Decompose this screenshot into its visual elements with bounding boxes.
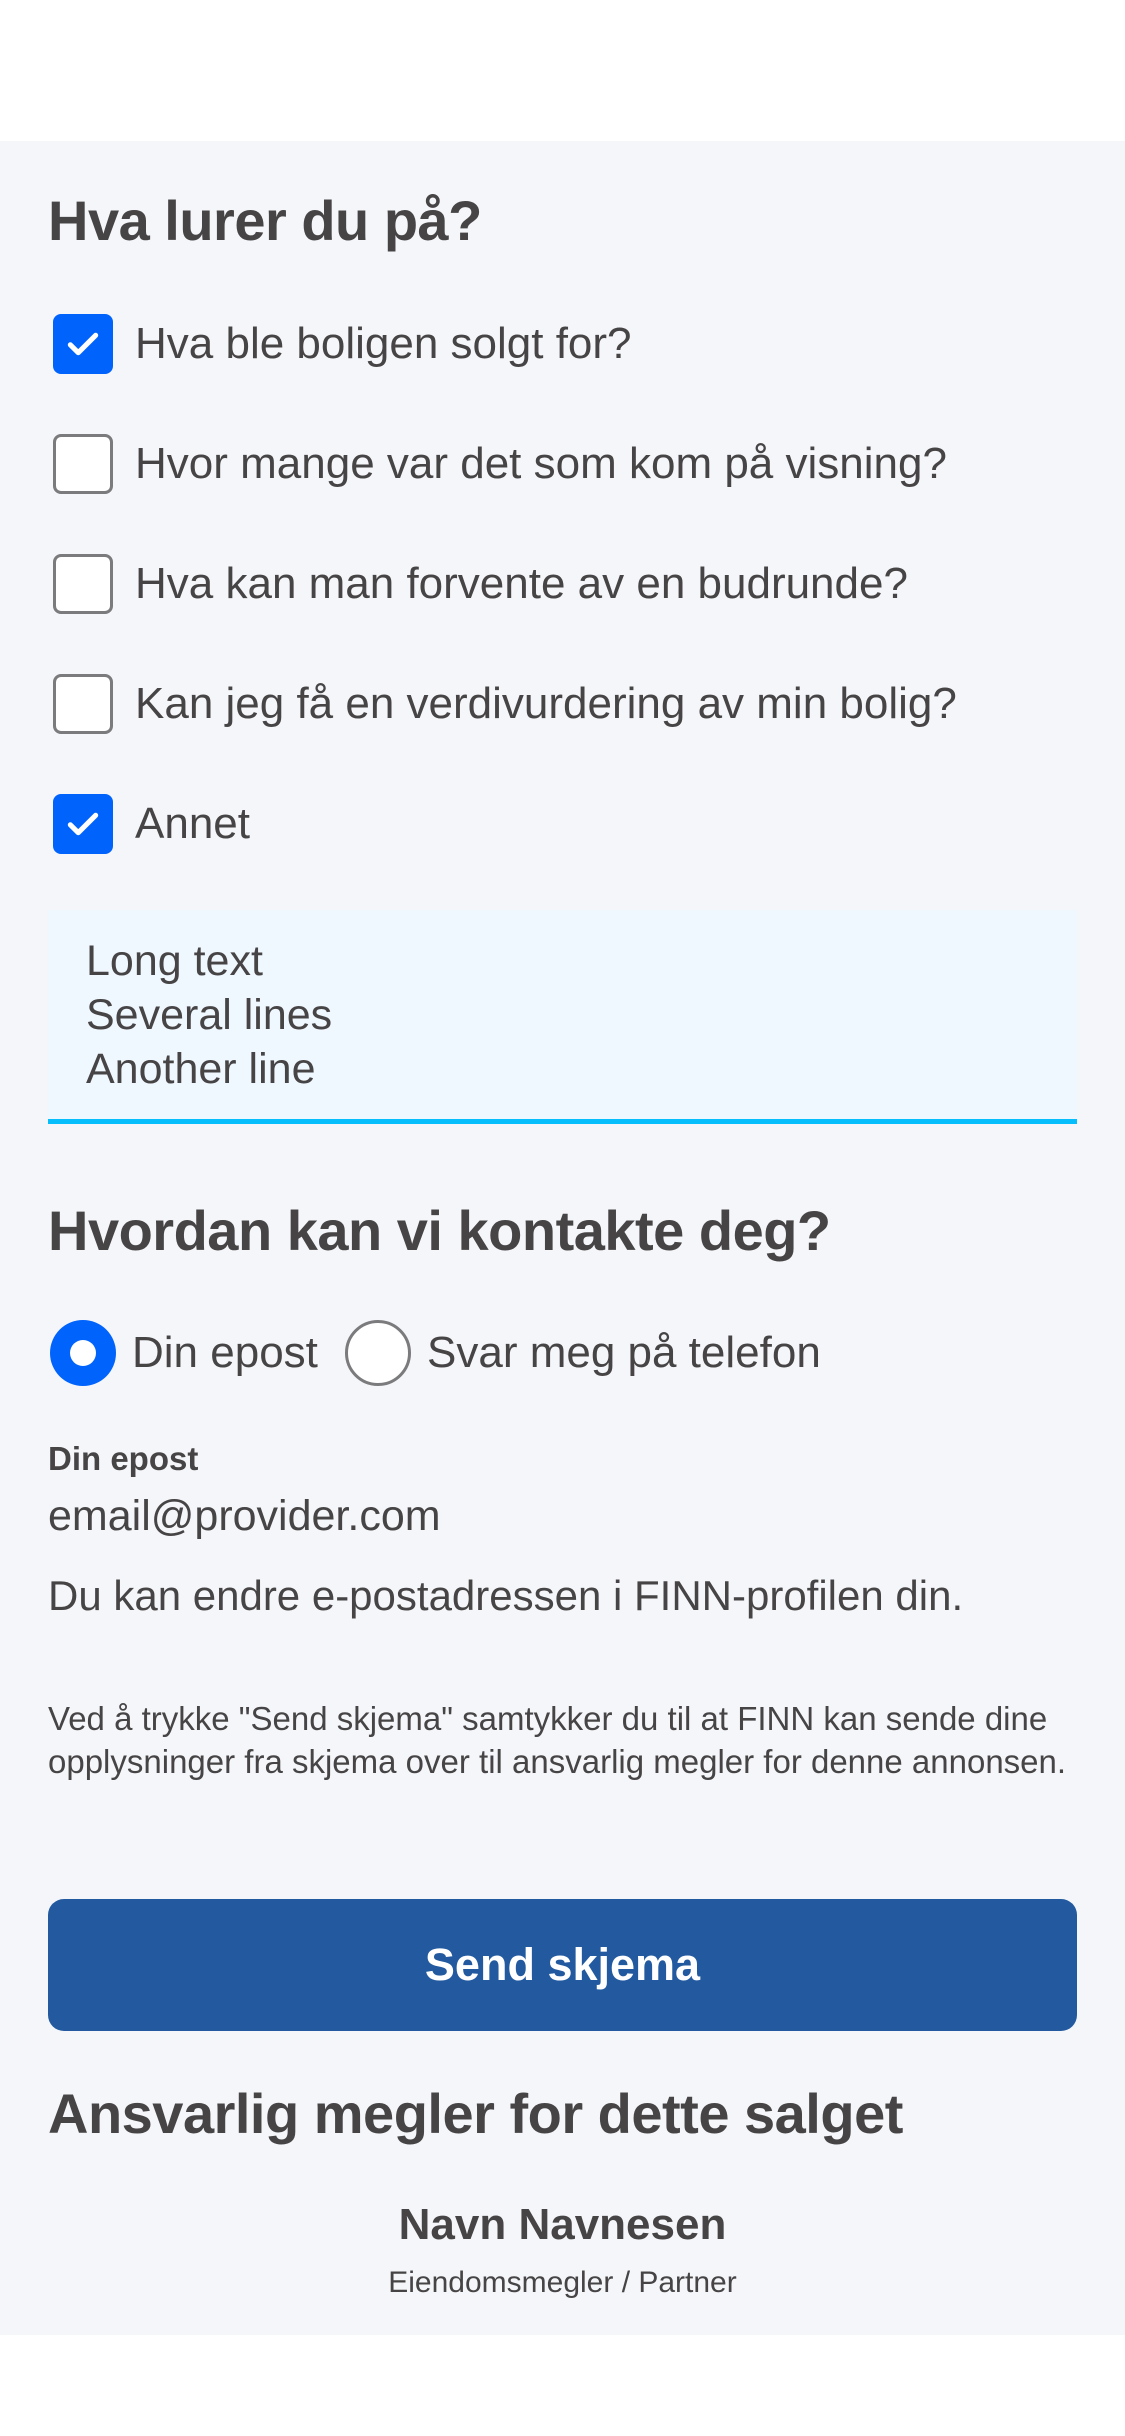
textarea-line: Another line bbox=[86, 1045, 316, 1093]
checkbox-label: Kan jeg få en verdivurdering av min boli… bbox=[135, 679, 957, 728]
radio-selected[interactable] bbox=[50, 1320, 116, 1386]
checkbox-option-viewing-count[interactable]: Hvor mange var det som kom på visning? bbox=[53, 433, 947, 495]
broker-role: Eiendomsmegler / Partner bbox=[388, 2266, 737, 2299]
bottom-bar bbox=[0, 2335, 1125, 2436]
send-form-button[interactable]: Send skjema bbox=[48, 1899, 1077, 2031]
contact-heading: Hvordan kan vi kontakte deg? bbox=[48, 1199, 831, 1262]
checkbox-option-valuation[interactable]: Kan jeg få en verdivurdering av min boli… bbox=[53, 673, 957, 735]
radio-option-email[interactable]: Din epost bbox=[50, 1320, 318, 1386]
checkbox-option-other[interactable]: Annet bbox=[53, 793, 250, 855]
radio-option-phone[interactable]: Svar meg på telefon bbox=[345, 1320, 821, 1386]
checkbox-unchecked[interactable] bbox=[53, 674, 113, 734]
checkbox-label: Hva ble boligen solgt for? bbox=[135, 319, 632, 368]
checkmark-icon bbox=[67, 812, 99, 836]
checkbox-unchecked[interactable] bbox=[53, 554, 113, 614]
checkbox-label: Annet bbox=[135, 799, 250, 848]
radio-label: Svar meg på telefon bbox=[427, 1328, 821, 1377]
checkbox-option-sold-price[interactable]: Hva ble boligen solgt for? bbox=[53, 313, 632, 375]
email-value: email@provider.com bbox=[48, 1492, 441, 1540]
checkbox-unchecked[interactable] bbox=[53, 434, 113, 494]
checkmark-icon bbox=[67, 332, 99, 356]
email-label: Din epost bbox=[48, 1440, 199, 1477]
consent-text: Ved å trykke "Send skjema" samtykker du … bbox=[48, 1700, 1067, 1780]
questions-heading: Hva lurer du på? bbox=[48, 189, 482, 252]
radio-label: Din epost bbox=[132, 1328, 318, 1377]
other-question-textarea[interactable]: Long text Several lines Another line bbox=[48, 910, 1077, 1124]
broker-name: Navn Navnesen bbox=[398, 2200, 727, 2249]
textarea-line: Several lines bbox=[86, 991, 333, 1039]
checkbox-label: Hvor mange var det som kom på visning? bbox=[135, 439, 947, 488]
checkbox-checked[interactable] bbox=[53, 794, 113, 854]
checkbox-checked[interactable] bbox=[53, 314, 113, 374]
checkbox-option-bidding-round[interactable]: Hva kan man forvente av en budrunde? bbox=[53, 553, 908, 615]
radio-unselected[interactable] bbox=[345, 1320, 411, 1386]
email-help-text: Du kan endre e-postadressen i FINN-profi… bbox=[48, 1572, 964, 1619]
top-bar bbox=[0, 0, 1125, 141]
textarea-line: Long text bbox=[86, 937, 263, 985]
broker-heading: Ansvarlig megler for dette salget bbox=[48, 2082, 903, 2145]
checkbox-label: Hva kan man forvente av en budrunde? bbox=[135, 559, 908, 608]
radio-dot-icon bbox=[70, 1340, 96, 1366]
